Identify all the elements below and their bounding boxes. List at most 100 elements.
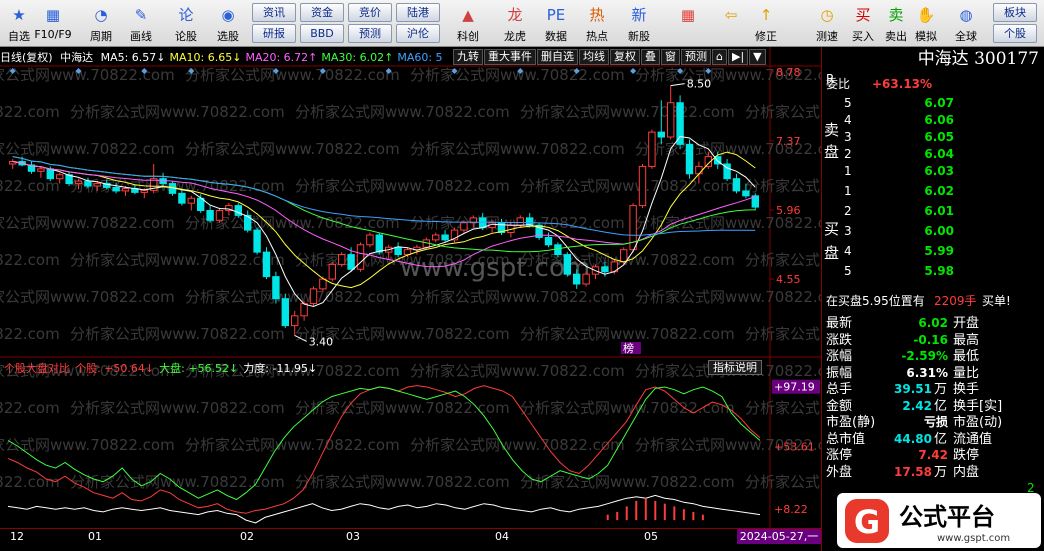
candle-body [206,210,214,221]
stat-label: 总市值 [826,431,866,447]
candle-body [281,298,290,327]
candle-body [375,234,384,253]
chart-button-7[interactable]: 预测 [681,49,711,65]
candle-body [74,180,83,185]
candle-body [620,249,628,263]
toolbar-label: 周期 [90,30,112,43]
toolbar-small-button-4[interactable]: 研报 [252,24,296,43]
candle-body [573,273,581,285]
candle-body [56,174,64,180]
toolbar-button-4[interactable]: 论论股 [167,2,205,45]
toolbar-small-button-0[interactable]: 资讯 [252,3,296,22]
indicator-tick-label: +53.61 [774,441,815,454]
candle-body [657,131,665,138]
toolbar-button-7[interactable]: 龙龙虎 [496,2,534,45]
watermark-url: www.gspt.com [400,253,590,283]
watermark-text: 分析家公式网www.70822.com [70,103,285,121]
candle-body [140,189,149,193]
candle-body [685,143,694,175]
stat-right-label: 跌停 [953,448,980,463]
chart-button-10[interactable]: ▼ [749,49,766,65]
ma-legend-item-4: MA60: 5 [397,51,443,64]
candle-body [460,222,468,231]
chart-button-6[interactable]: 窗 [661,49,680,65]
sell-level: 5 [844,96,852,110]
toolbar-small-button-2[interactable]: 竞价 [348,3,392,22]
toolbar-button-11[interactable]: ▦ [669,2,707,45]
toolbar-icon: ▲ [462,6,474,24]
watermark-text: 分析家公式网www.70822.com [0,473,60,491]
sell-level: 4 [844,113,852,127]
toolbar-label: 龙虎 [504,30,526,43]
toolbar-button-2[interactable]: ◔ 周期 [82,2,120,45]
candle-body [121,187,130,192]
toolbar-small-button-3[interactable]: 陆港 [396,3,440,22]
watermark-text: 分析家公式网www.70822.com [745,103,821,121]
toolbar-small-button-1[interactable]: 资金 [300,3,344,22]
stat-right-label: 流通值 [953,431,993,447]
toolbar-button-18[interactable]: ◍ 全球 [947,2,985,45]
toolbar-button-13[interactable]: ↑ 修正 [747,2,785,45]
toolbar-button-5[interactable]: ◉ 选股 [209,2,247,45]
sell-level: 1 [844,164,852,178]
toolbar-button-10[interactable]: 新新股 [620,2,658,45]
toolbar-button-8[interactable]: PE 数据 [537,2,575,45]
chart-button-5[interactable]: 叠 [641,49,660,65]
candle-body [554,244,562,256]
gspt-logo: G 公式平台 www.gspt.com [837,493,1041,548]
chart-button-0[interactable]: 九转 [453,49,483,65]
watermark-text: 分析家公式网www.70822.com [70,251,285,269]
buy-level: 5 [844,264,852,278]
stat-unit: 万 [934,382,948,397]
chart-button-3[interactable]: 均线 [579,49,609,65]
stat-value: 17.58 [894,464,932,479]
period-label[interactable]: 日线(复权) [0,51,53,64]
candle-body [695,165,703,175]
toolbar-button-17[interactable]: ✋ 模拟 [907,2,945,45]
date-tick-label: 02 [240,530,254,543]
toolbar-label: 模拟 [915,30,937,43]
toolbar-button-14[interactable]: ◷ 测速 [808,2,846,45]
toolbar-small-button-9[interactable]: 个股 [993,24,1037,43]
chart-button-1[interactable]: 重大事件 [484,49,536,65]
toolbar-label: 科创 [457,30,479,43]
toolbar-small-button-8[interactable]: 板块 [993,3,1037,22]
toolbar-small-button-7[interactable]: 沪伦 [396,24,440,43]
watermark-text: 分析家公式网www.70822.com [520,177,735,195]
sell-price: 6.03 [924,164,954,178]
watermark-text: 分析家公式网www.70822.com [0,288,175,306]
chart-toolbar: 九转 重大事件 删自选 均线 复权叠窗预测 ⌂ ▶| ▼ [453,49,767,65]
toolbar-small-button-5[interactable]: BBD [300,24,344,43]
toolbar-icon: ⇦ [724,6,738,24]
toolbar-label: 全球 [955,30,977,43]
candle-body [667,102,675,138]
chart-button-4[interactable]: 复权 [610,49,640,65]
toolbar-small-button-6[interactable]: 预测 [348,24,392,43]
toolbar-button-1[interactable]: ▦ F10/F9 [34,2,72,45]
candle-body [319,278,327,290]
chart-button-2[interactable]: 删自选 [537,49,578,65]
stat-unit: 亿 [934,398,948,414]
chart-button-9[interactable]: ▶| [727,49,749,65]
chart-button-8[interactable]: ⌂ [712,49,727,65]
indicator-tick-label: +97.19 [774,381,815,394]
indicator-help-button[interactable]: 指标说明 [708,360,762,375]
stat-right-label: 开盘 [953,316,980,331]
watermark-text: 分析家公式网www.70822.com [745,399,821,417]
ma-legend-item-3: MA30: 6.02↑ [321,51,394,64]
candle-body [112,186,120,192]
toolbar-button-12[interactable]: ⇦ [712,2,750,45]
toolbar-button-9[interactable]: 热热点 [578,2,616,45]
watermark-text: 分析家公式网www.70822.com [295,177,510,195]
notice-tag[interactable]: 买单! [982,293,1022,310]
watermark-text: 分析家公式网www.70822.com [185,436,400,454]
price-tick-label: 7.37 [776,135,801,148]
svg-text:G: G [854,503,880,541]
stat-label: 涨跌 [826,332,853,348]
date-tick-label: 03 [346,530,360,543]
candle-body [432,234,440,241]
toolbar-button-0[interactable]: ★ 自选 [0,2,38,45]
stat-right-label: 内盘 [953,464,980,480]
toolbar-button-6[interactable]: ▲ 科创 [449,2,487,45]
toolbar-button-3[interactable]: ✎ 画线 [122,2,160,45]
